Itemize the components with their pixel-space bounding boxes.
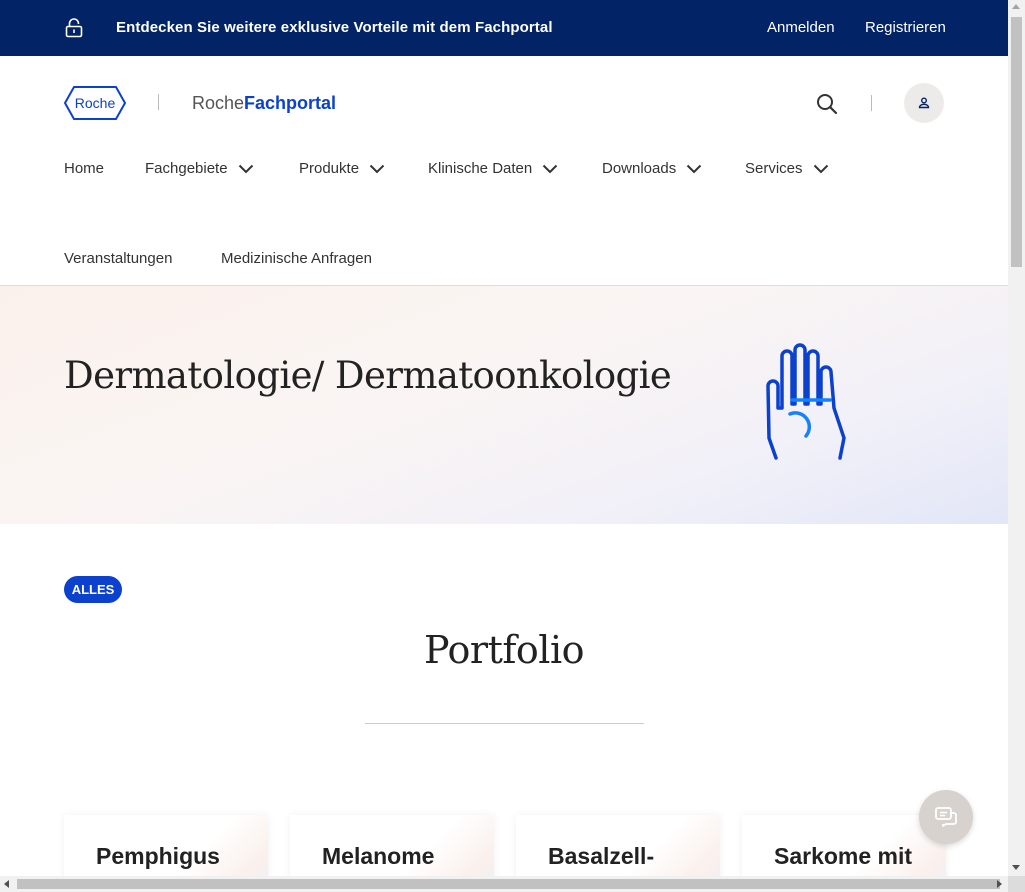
portfolio-card-pemphigus[interactable]: Pemphigus [64,815,268,876]
nav-item-services[interactable]: Services [745,160,829,177]
chevron-down-icon [543,164,558,173]
user-icon [918,97,930,109]
section-title: Portfolio [424,628,584,672]
nav-label: Veranstaltungen [64,250,173,267]
lock-open-icon [65,18,83,38]
vertical-scrollbar[interactable] [1008,0,1025,876]
page-title: Dermatologie/ Dermatoonkologie [64,354,672,397]
card-title: Basalzell- [548,843,655,869]
portal-name-prefix: Roche [192,93,245,113]
section-divider [365,723,644,724]
nav-label: Medizinische Anfragen [221,250,372,267]
chat-button[interactable] [919,790,973,844]
login-link[interactable]: Anmelden [767,19,835,36]
nav-item-medizinische-anfragen[interactable]: Medizinische Anfragen [221,250,372,267]
roche-logo[interactable]: Roche [64,86,126,120]
nav-item-downloads[interactable]: Downloads [602,160,702,177]
card-title: Sarkome mit [774,843,913,869]
header-divider [871,95,872,111]
promo-banner: Entdecken Sie weitere exklusive Vorteile… [0,0,1008,56]
card-title: Melanome [322,843,435,869]
portfolio-card-melanome[interactable]: Melanome [290,815,494,876]
scroll-up-arrow-icon[interactable] [1012,4,1020,9]
logo-divider [158,94,159,110]
nav-label: Services [745,160,803,177]
chevron-down-icon [813,164,828,173]
register-link[interactable]: Registrieren [865,19,946,36]
chevron-down-icon [687,164,702,173]
nav-label: Produkte [299,160,360,177]
hand-icon [766,343,846,460]
portal-name-bold: Fachportal [244,93,337,113]
portal-name[interactable]: RocheFachportal [192,93,336,114]
chat-icon [935,807,957,827]
nav-item-home[interactable]: Home [64,160,104,177]
page-viewport: Entdecken Sie weitere exklusive Vorteile… [0,0,1008,876]
card-title: Pemphigus [96,843,220,869]
user-account-button[interactable] [904,83,944,123]
nav-item-veranstaltungen[interactable]: Veranstaltungen [64,250,172,267]
nav-label: Klinische Daten [428,160,533,177]
scroll-right-arrow-icon[interactable] [997,880,1002,888]
nav-item-klinische-daten[interactable]: Klinische Daten [428,160,558,177]
horizontal-scroll-thumb[interactable] [17,879,1000,889]
portfolio-card-basalzell[interactable]: Basalzell- [516,815,720,876]
scroll-down-arrow-icon[interactable] [1012,865,1020,870]
filter-chip-all[interactable]: ALLES [64,576,122,603]
vertical-scroll-thumb[interactable] [1011,17,1022,267]
site-header: Roche RocheFachportal Home Fachgebiete P… [0,56,1008,286]
svg-text:Roche: Roche [75,95,116,111]
horizontal-scrollbar[interactable] [0,876,1008,892]
portfolio-card-sarkome[interactable]: Sarkome mit [742,815,946,876]
nav-item-fachgebiete[interactable]: Fachgebiete [145,160,254,177]
scroll-left-arrow-icon[interactable] [4,880,9,888]
promo-text[interactable]: Entdecken Sie weitere exklusive Vorteile… [116,19,553,36]
chevron-down-icon [369,164,385,173]
nav-label: Fachgebiete [145,160,228,177]
search-icon[interactable] [814,91,840,117]
nav-label: Downloads [602,160,677,177]
chevron-down-icon [238,164,253,173]
scrollbar-corner [1008,876,1025,892]
nav-item-produkte[interactable]: Produkte [299,160,385,177]
nav-label: Home [64,160,105,177]
hero-banner: Dermatologie/ Dermatoonkologie [0,286,1008,524]
